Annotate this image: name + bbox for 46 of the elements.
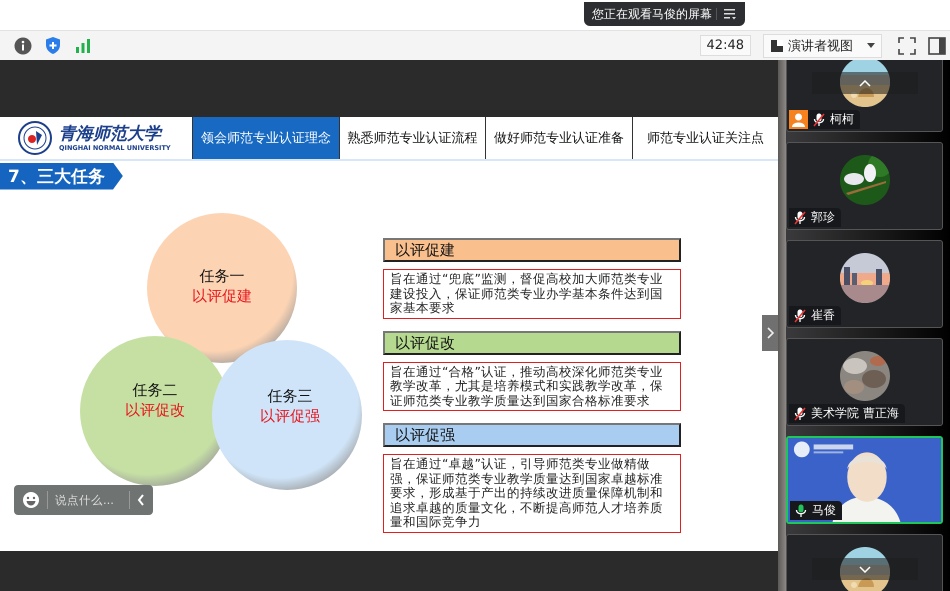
slide-tab[interactable]: 领会师范专业认证理念 (192, 117, 338, 159)
panel-heading: 以评促强 (383, 423, 681, 447)
task-label: 任务三 (268, 387, 312, 405)
chevron-left-icon[interactable] (137, 494, 145, 506)
banner-text: 您正在观看马俊的屏幕 (592, 6, 713, 22)
meeting-timer: 42:48 (700, 35, 751, 56)
slide-title: 7、三大任务 (0, 162, 123, 190)
task-motto: 以评促改 (125, 401, 185, 419)
emoji-icon[interactable] (22, 491, 40, 509)
chat-placeholder: 说点什么... (55, 492, 115, 508)
menu-icon[interactable] (716, 8, 737, 20)
participant-name: 马俊 (812, 502, 836, 519)
side-panel-icon[interactable] (928, 36, 946, 54)
fullscreen-icon[interactable] (898, 36, 916, 54)
task-motto: 以评促强 (260, 407, 320, 425)
shield-icon[interactable] (44, 36, 62, 55)
task-label: 任务二 (132, 381, 178, 399)
university-emblem-icon (15, 121, 55, 155)
participant-tile[interactable]: 马俊 (786, 436, 943, 524)
caret-icon (867, 43, 875, 48)
panel-text: 旨在通过“合格”认证，推动高校深化师范类专业教学改革，尤其是培养模式和实践教学改革，保证师范类专业教学质量达到国家合格标准要求 (383, 362, 681, 411)
panel-text: 旨在通过“兜底”监测，督促高校加大师范类专业建设投入，保证师范类专业办学基本条件达到国家基本要求 (383, 269, 681, 318)
panel-text: 旨在通过“卓越”认证，引导师范类专业做精做强，保证师范类专业教学质量达到国家卓越标准要求，形成基于产出的持续改进质量保障机制和追求卓越的质量文化，不断提高师范人才培养质量和国际竞争力 (383, 454, 681, 532)
collapse-handle[interactable] (762, 315, 778, 351)
chevron-down-icon (859, 566, 871, 572)
participant-name: 柯柯 (830, 111, 854, 128)
participant-tile[interactable]: 郭珍 (786, 142, 943, 230)
task-label: 任务一 (200, 267, 244, 285)
participant-tile[interactable]: 柯柯 (786, 60, 943, 132)
chat-input-bar[interactable]: 说点什么... (14, 485, 153, 515)
view-dropdown[interactable]: 演讲者视图 (763, 34, 882, 58)
panel-heading: 以评促建 (383, 238, 681, 262)
participant-name: 崔香 (811, 307, 835, 324)
chevron-right-icon (766, 327, 774, 339)
task-motto: 以评促建 (192, 287, 252, 305)
signal-icon[interactable] (74, 36, 92, 54)
panel-heading: 以评促改 (383, 330, 681, 354)
participant-tile[interactable]: 美术学院 曹正海 (786, 338, 943, 426)
scroll-up-button[interactable] (812, 72, 918, 94)
university-name: 青海师范大学 (59, 124, 164, 144)
chevron-up-icon (859, 80, 871, 86)
participant-name: 美术学院 曹正海 (811, 405, 899, 422)
participant-name: 郭珍 (811, 209, 835, 226)
layout-icon (770, 38, 784, 52)
info-icon[interactable] (14, 36, 32, 54)
participant-tile[interactable]: 崔香 (786, 240, 943, 328)
